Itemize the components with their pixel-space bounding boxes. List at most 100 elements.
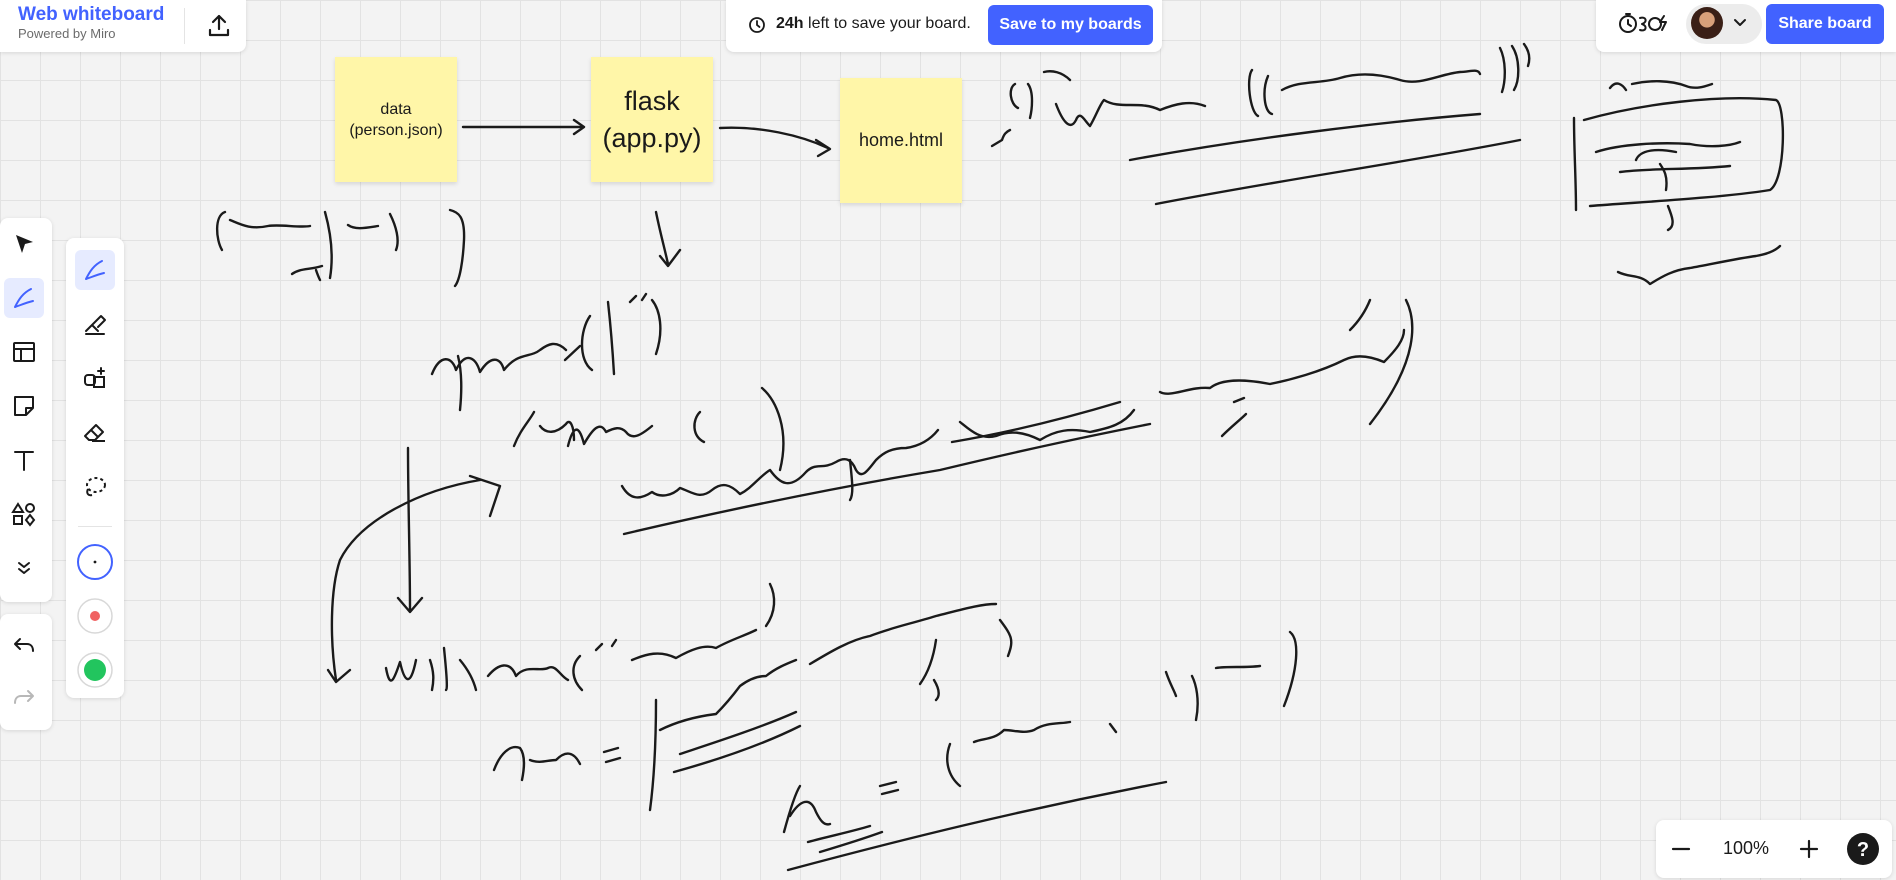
color-swatch-red[interactable] [75, 596, 115, 636]
avatar[interactable] [1691, 7, 1723, 39]
brand-panel: Web whiteboard Powered by Miro [0, 0, 246, 52]
upload-icon[interactable] [202, 8, 236, 42]
scribble [782, 784, 832, 834]
pen-icon[interactable] [4, 278, 44, 318]
notice-text: 24h left to save your board. [776, 15, 971, 33]
scribble [808, 602, 998, 666]
shapes-icon[interactable] [4, 494, 44, 534]
scribble [448, 208, 466, 288]
scribble [1158, 328, 1406, 395]
main-toolbar [0, 218, 52, 602]
lasso-icon[interactable] [75, 466, 115, 506]
sticky-note-flask[interactable]: flask (app.py) [591, 57, 713, 182]
save-to-boards-button[interactable]: Save to my boards [988, 5, 1153, 45]
share-board-button[interactable]: Share board [1766, 4, 1884, 44]
timer-icon[interactable] [1616, 8, 1672, 43]
scribble [1054, 98, 1207, 128]
help-icon[interactable]: ? [1846, 832, 1880, 871]
sticky-note-data[interactable]: data (person.json) [335, 57, 457, 182]
scribble [1582, 97, 1785, 208]
scribble [693, 410, 706, 444]
scribble [1368, 298, 1414, 426]
sticky-note-icon[interactable] [4, 386, 44, 426]
highlighter-icon[interactable] [75, 304, 115, 344]
scribble [1280, 69, 1482, 92]
scribble [1220, 396, 1248, 438]
scribble [990, 128, 1012, 148]
pen-toolbar [66, 238, 124, 698]
scribble [563, 344, 582, 362]
arrow-flask-to-home [718, 126, 830, 150]
scribble [1572, 116, 1578, 212]
scribble [1616, 244, 1782, 286]
color-swatch-green[interactable] [75, 650, 115, 690]
divider [184, 8, 185, 44]
scribble [946, 742, 962, 788]
select-icon[interactable] [4, 224, 44, 264]
scribble [764, 582, 776, 628]
scribble [1247, 68, 1274, 118]
notice-hours: 24h [776, 15, 804, 32]
sticky-note-home[interactable]: home.html [840, 78, 962, 203]
scribble [1282, 630, 1298, 708]
scribble [602, 746, 622, 764]
history-toolbar [0, 614, 52, 730]
scribble [1498, 42, 1531, 94]
underline [1128, 112, 1482, 162]
sticky-line: (app.py) [602, 122, 702, 153]
text-icon[interactable] [4, 440, 44, 480]
scribble [1618, 164, 1732, 174]
plus-icon[interactable] [1796, 836, 1822, 867]
more-icon[interactable] [4, 548, 44, 588]
arrow-head [326, 668, 352, 684]
arrow-head [814, 138, 832, 158]
underline [1154, 138, 1522, 206]
scribble [972, 720, 1072, 744]
scribble [1634, 148, 1678, 232]
scribble [1009, 70, 1072, 120]
template-icon[interactable] [4, 332, 44, 372]
svg-text:?: ? [1857, 839, 1869, 861]
scribble [512, 410, 654, 448]
clock-icon [748, 16, 766, 39]
scribble [228, 218, 312, 229]
scribble [648, 698, 658, 812]
scribble [1608, 80, 1714, 92]
scribble [572, 638, 618, 692]
scribble [620, 428, 940, 499]
scribble [654, 210, 682, 268]
scribble [878, 780, 900, 796]
scribble [430, 342, 568, 376]
sticky-line: (person.json) [349, 121, 443, 139]
pen-icon[interactable] [75, 250, 115, 290]
scribble [580, 292, 662, 376]
redo-icon[interactable] [4, 678, 44, 718]
stroke-size-picker[interactable] [75, 542, 115, 582]
sticky-line: home.html [858, 130, 944, 150]
smart-draw-icon[interactable] [75, 358, 115, 398]
minus-icon[interactable] [1668, 836, 1694, 867]
curved-arrow [330, 478, 482, 682]
scribble [492, 745, 582, 782]
app-title[interactable]: Web whiteboard [18, 4, 164, 26]
zoom-level[interactable]: 100% [1716, 838, 1776, 859]
chevron-down-icon[interactable] [1732, 16, 1748, 35]
scribble [848, 458, 854, 502]
underline [786, 780, 1168, 872]
scribble [323, 210, 399, 280]
arrow-down [396, 446, 424, 614]
notice-message: left to save your board. [803, 15, 971, 32]
scribble [1108, 664, 1262, 734]
scribble [384, 646, 570, 692]
scribble [456, 354, 463, 412]
eraser-icon[interactable] [75, 412, 115, 452]
sticky-line: flask [624, 85, 680, 116]
sticky-line: data [380, 100, 412, 118]
scribble [918, 638, 938, 686]
scribble [215, 210, 227, 252]
scribble [290, 264, 324, 282]
undo-icon[interactable] [4, 626, 44, 666]
scribble [760, 386, 785, 472]
scribble [932, 618, 1013, 702]
scribble [630, 628, 758, 662]
